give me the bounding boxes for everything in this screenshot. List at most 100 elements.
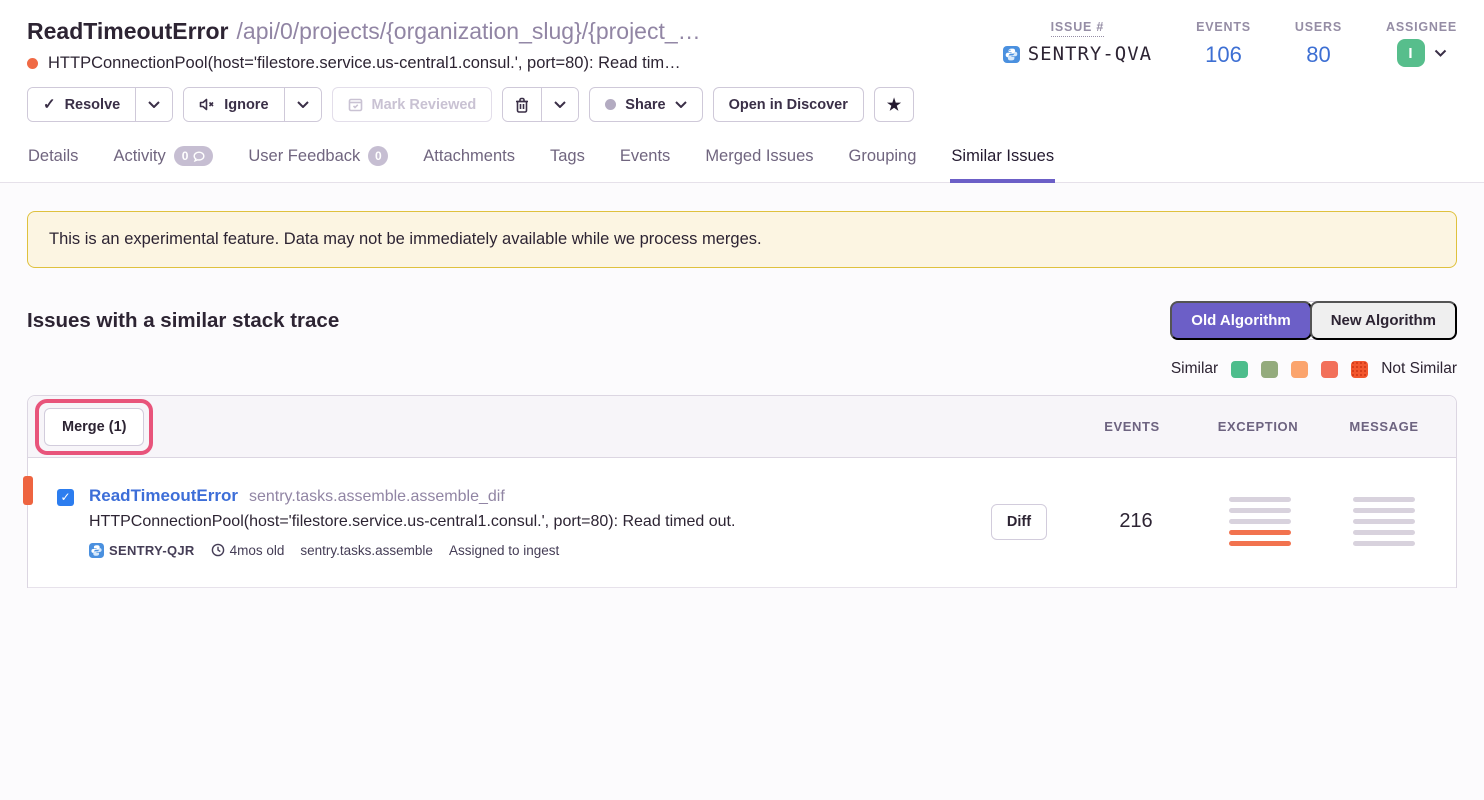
experimental-feature-banner: This is an experimental feature. Data ma… xyxy=(27,211,1457,268)
issue-title: ReadTimeoutError xyxy=(27,18,229,44)
ignore-dropdown-button[interactable] xyxy=(285,88,321,121)
tab-merged-issues[interactable]: Merged Issues xyxy=(704,140,814,183)
row-events-count: 216 xyxy=(1119,510,1152,533)
open-in-discover-label: Open in Discover xyxy=(729,97,848,113)
row-main: ReadTimeoutError sentry.tasks.assemble.a… xyxy=(28,486,964,558)
tab-activity[interactable]: Activity 0 xyxy=(112,140,214,183)
row-message: HTTPConnectionPool(host='filestore.servi… xyxy=(89,513,735,531)
diff-button-wrapper: Diff xyxy=(964,504,1074,540)
similarity-bar-gray xyxy=(1229,497,1291,502)
similarity-bar-gray xyxy=(1353,508,1415,513)
new-algorithm-button[interactable]: New Algorithm xyxy=(1310,301,1457,340)
tab-similar-issues[interactable]: Similar Issues xyxy=(950,140,1055,183)
chevron-down-icon[interactable] xyxy=(1434,49,1447,57)
ignore-button[interactable]: Ignore xyxy=(184,88,283,121)
legend-not-similar-label: Not Similar xyxy=(1381,360,1457,378)
row-culprit: sentry.tasks.assemble.assemble_dif xyxy=(249,488,505,506)
chevron-down-icon xyxy=(554,101,566,108)
issue-message: HTTPConnectionPool(host='filestore.servi… xyxy=(48,54,681,73)
tab-details[interactable]: Details xyxy=(27,140,79,183)
issue-short-id[interactable]: SENTRY-QVA xyxy=(1003,43,1152,65)
similarity-bar-gray xyxy=(1353,541,1415,546)
share-button[interactable]: Share xyxy=(589,87,702,122)
user-feedback-badge: 0 xyxy=(368,146,388,166)
delete-button[interactable] xyxy=(503,88,541,121)
row-metadata: SENTRY-QJR 4mos old sentry.tasks.assembl… xyxy=(89,543,735,558)
merge-button-wrapper: Merge (1) xyxy=(44,408,144,446)
tab-events[interactable]: Events xyxy=(619,140,671,183)
similarity-bar-orange xyxy=(1229,541,1291,546)
row-message-cell xyxy=(1322,497,1446,546)
mark-reviewed-label: Mark Reviewed xyxy=(372,97,477,113)
events-count[interactable]: 106 xyxy=(1205,42,1242,68)
resolve-button[interactable]: ✓ Resolve xyxy=(28,88,135,121)
mark-reviewed-button[interactable]: Mark Reviewed xyxy=(332,87,493,122)
table-header: Merge (1) EVENTS EXCEPTION MESSAGE xyxy=(28,396,1456,458)
share-label: Share xyxy=(625,97,665,113)
issue-short-id-text: SENTRY-QVA xyxy=(1028,43,1152,65)
similarity-legend: Similar Not Similar xyxy=(27,360,1457,378)
merge-button[interactable]: Merge (1) xyxy=(44,408,144,446)
diff-button[interactable]: Diff xyxy=(991,504,1047,540)
stat-events: EVENTS 106 xyxy=(1196,20,1251,73)
section-title: Issues with a similar stack trace xyxy=(27,309,339,333)
issue-subtitle-line: HTTPConnectionPool(host='filestore.servi… xyxy=(27,54,701,73)
issue-title-line: ReadTimeoutError/api/0/projects/{organiz… xyxy=(27,18,701,45)
similarity-bar-gray xyxy=(1229,508,1291,513)
check-icon: ✓ xyxy=(43,97,56,112)
legend-swatch-3 xyxy=(1291,361,1308,378)
table-column-headers: EVENTS EXCEPTION MESSAGE xyxy=(1070,419,1446,434)
issue-number-label: ISSUE # xyxy=(1051,20,1105,37)
row-age: 4mos old xyxy=(211,543,285,558)
bookmark-button[interactable]: ★ xyxy=(874,87,914,122)
row-age-text: 4mos old xyxy=(230,543,285,558)
open-in-discover-button[interactable]: Open in Discover xyxy=(713,87,864,122)
similarity-bar-orange xyxy=(1229,530,1291,535)
exception-similarity-spectrum xyxy=(1229,497,1291,546)
row-issue-title-link[interactable]: ReadTimeoutError xyxy=(89,486,238,506)
similarity-bar-gray xyxy=(1353,530,1415,535)
error-level-bar xyxy=(23,476,33,505)
stat-users: USERS 80 xyxy=(1295,20,1342,73)
legend-swatch-2 xyxy=(1261,361,1278,378)
issue-header: ReadTimeoutError/api/0/projects/{organiz… xyxy=(0,0,1484,73)
column-events: EVENTS xyxy=(1070,419,1194,434)
chevron-down-icon xyxy=(675,101,687,108)
similarity-bar-gray xyxy=(1353,497,1415,502)
banner-text: This is an experimental feature. Data ma… xyxy=(49,230,762,249)
legend-swatch-4 xyxy=(1321,361,1338,378)
speech-bubble-icon xyxy=(193,151,205,162)
resolve-label: Resolve xyxy=(65,97,121,113)
delete-dropdown-button[interactable] xyxy=(542,88,578,121)
stat-issue-number: ISSUE # SENTRY-QVA xyxy=(1003,20,1152,73)
row-text: ReadTimeoutError sentry.tasks.assemble.a… xyxy=(89,486,735,558)
tab-tags[interactable]: Tags xyxy=(549,140,586,183)
python-logo-icon xyxy=(89,543,104,558)
column-message: MESSAGE xyxy=(1322,419,1446,434)
python-logo-icon xyxy=(1003,46,1020,63)
issue-route: /api/0/projects/{organization_slug}/{pro… xyxy=(237,18,701,44)
tab-user-feedback[interactable]: User Feedback 0 xyxy=(247,140,389,183)
assignee-selector[interactable]: I xyxy=(1397,39,1447,67)
row-short-id-text: SENTRY-QJR xyxy=(109,543,195,558)
ignore-label: Ignore xyxy=(224,97,268,113)
resolve-dropdown-button[interactable] xyxy=(136,88,172,121)
tab-grouping[interactable]: Grouping xyxy=(848,140,918,183)
row-checkbox[interactable] xyxy=(57,489,74,506)
column-exception: EXCEPTION xyxy=(1196,419,1320,434)
assignee-avatar[interactable]: I xyxy=(1397,39,1425,67)
users-count[interactable]: 80 xyxy=(1306,42,1330,68)
row-assignment: Assigned to ingest xyxy=(449,543,559,558)
issue-detail-page: ReadTimeoutError/api/0/projects/{organiz… xyxy=(0,0,1484,617)
assignee-label: ASSIGNEE xyxy=(1386,20,1457,34)
old-algorithm-button[interactable]: Old Algorithm xyxy=(1170,301,1311,340)
tab-attachments[interactable]: Attachments xyxy=(422,140,516,183)
delete-button-group xyxy=(502,87,579,122)
legend-swatch-5 xyxy=(1351,361,1368,378)
similar-section-header: Issues with a similar stack trace Old Al… xyxy=(27,301,1457,340)
ignore-button-group: Ignore xyxy=(183,87,321,122)
reviewed-badge-icon xyxy=(348,97,363,112)
similarity-bar-gray xyxy=(1229,519,1291,524)
mute-speaker-icon xyxy=(199,97,215,112)
row-title-line: ReadTimeoutError sentry.tasks.assemble.a… xyxy=(89,486,735,506)
